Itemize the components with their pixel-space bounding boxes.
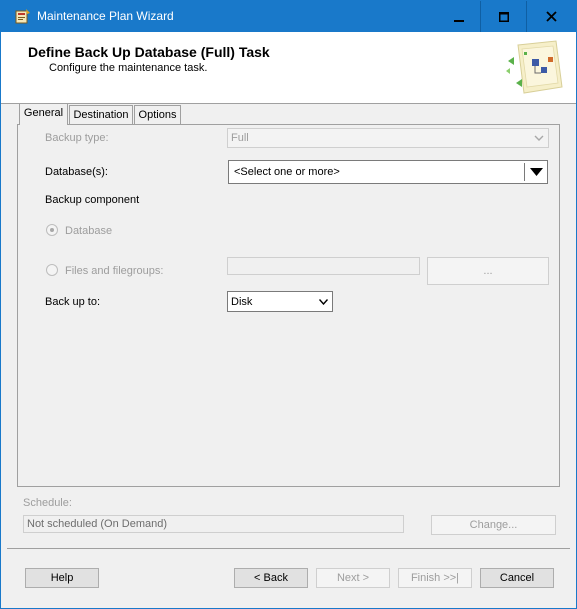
- wizard-app-icon: [15, 9, 30, 24]
- cancel-button[interactable]: Cancel: [480, 568, 554, 588]
- help-button[interactable]: Help: [25, 568, 99, 588]
- change-schedule-button[interactable]: Change...: [431, 515, 556, 535]
- back-up-to-select[interactable]: Disk: [227, 291, 333, 312]
- backup-type-value: Full: [231, 132, 249, 144]
- close-icon: [546, 11, 557, 22]
- chevron-down-icon: [534, 135, 544, 141]
- component-files-radio[interactable]: [46, 264, 58, 276]
- page-title: Define Back Up Database (Full) Task: [28, 44, 270, 60]
- finish-button[interactable]: Finish >>|: [398, 568, 472, 588]
- files-filegroups-input[interactable]: [227, 257, 420, 275]
- browse-files-button[interactable]: ...: [427, 257, 549, 285]
- schedule-value: Not scheduled (On Demand): [27, 518, 168, 530]
- header-divider: [1, 103, 576, 104]
- next-button[interactable]: Next >: [316, 568, 390, 588]
- back-up-to-value: Disk: [231, 296, 253, 308]
- schedule-label: Schedule:: [23, 497, 72, 509]
- title-bar[interactable]: Maintenance Plan Wizard: [1, 1, 576, 32]
- minimize-icon: [454, 19, 464, 22]
- minimize-button[interactable]: [436, 1, 482, 32]
- backup-type-label: Backup type:: [45, 132, 109, 144]
- schedule-field: Not scheduled (On Demand): [23, 515, 404, 533]
- dropdown-arrow-icon[interactable]: [530, 168, 543, 177]
- maintenance-plan-wizard-window: Maintenance Plan Wizard Define Back Up D…: [0, 0, 577, 609]
- wizard-banner-icon: [506, 40, 563, 94]
- footer-divider: [7, 548, 570, 549]
- wizard-header: Define Back Up Database (Full) Task Conf…: [1, 32, 576, 103]
- component-files-label: Files and filegroups:: [65, 265, 164, 277]
- back-up-to-label: Back up to:: [45, 296, 101, 308]
- back-button[interactable]: < Back: [234, 568, 308, 588]
- backup-component-label: Backup component: [45, 194, 140, 206]
- tab-destination[interactable]: Destination: [69, 105, 133, 125]
- databases-label: Database(s):: [45, 166, 108, 178]
- dropdown-divider: [524, 163, 525, 181]
- backup-type-select[interactable]: Full: [227, 128, 549, 148]
- databases-select[interactable]: <Select one or more>: [228, 160, 548, 184]
- tab-general[interactable]: General: [19, 103, 68, 125]
- window-title: Maintenance Plan Wizard: [37, 9, 174, 23]
- databases-value: <Select one or more>: [234, 166, 340, 178]
- chevron-down-icon: [319, 299, 328, 305]
- page-subtitle: Configure the maintenance task.: [49, 62, 208, 74]
- component-database-label: Database: [65, 225, 113, 237]
- tab-options[interactable]: Options: [134, 105, 181, 125]
- close-button[interactable]: [527, 1, 576, 32]
- radio-selected-dot: [50, 228, 54, 232]
- maximize-button[interactable]: [481, 1, 527, 32]
- maximize-icon: [499, 11, 509, 22]
- component-database-radio[interactable]: [46, 224, 58, 236]
